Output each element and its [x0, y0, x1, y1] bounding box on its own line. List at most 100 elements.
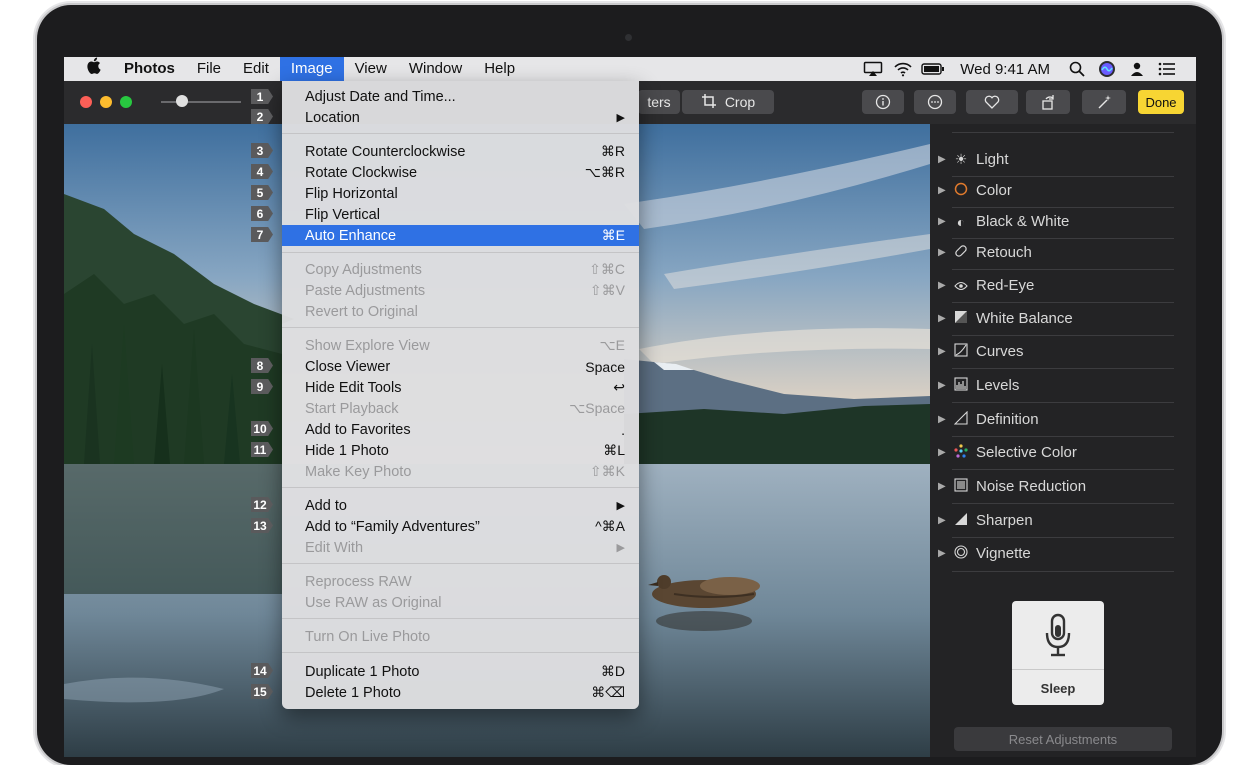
divider [952, 436, 1174, 437]
menu-item-hide-photo[interactable]: Hide 1 Photo ⌘L [282, 440, 639, 461]
menu-item-paste-adjustments: Paste Adjustments ⇧⌘V [305, 282, 625, 299]
adjustment-red-eye[interactable]: ▶ Red-Eye [938, 277, 1174, 294]
eye-icon [952, 278, 970, 294]
menu-app-name[interactable]: Photos [113, 57, 186, 81]
disclosure-triangle-icon: ▶ [938, 515, 946, 526]
submenu-arrow-icon: ▶ [616, 112, 625, 124]
adjustment-sharpen[interactable]: ▶ Sharpen [938, 512, 1174, 529]
menu-separator [282, 252, 639, 253]
menu-item-flip-vertical[interactable]: Flip Vertical [282, 204, 639, 225]
auto-enhance-button[interactable] [1082, 90, 1126, 114]
menu-separator [282, 327, 639, 328]
camera-dot [625, 34, 632, 41]
menu-item-hide-edit-tools[interactable]: Hide Edit Tools ↩ [282, 377, 639, 398]
filters-button[interactable]: ters [638, 90, 680, 114]
siri-icon[interactable] [1092, 57, 1122, 81]
crop-label: Crop [724, 94, 756, 110]
close-window-button[interactable] [80, 96, 92, 108]
crop-icon [701, 93, 717, 112]
disclosure-triangle-icon: ▶ [938, 185, 946, 196]
divider [952, 368, 1174, 369]
done-button[interactable]: Done [1138, 90, 1184, 114]
adjustment-white-balance[interactable]: ▶ White Balance [938, 310, 1174, 327]
adjustments-sidebar: ▶ ☀ Light ▶ Color ▶ ◐ Black & White ▶ Re… [930, 124, 1196, 757]
square-icon [952, 478, 970, 495]
zoom-slider-track[interactable] [161, 101, 241, 103]
zoom-slider-knob[interactable] [176, 95, 188, 107]
menu-item-adjust-date-time[interactable]: Adjust Date and Time... [282, 86, 639, 107]
status-area: Wed 9:41 AM [858, 57, 1196, 81]
disclosure-triangle-icon: ▶ [938, 280, 946, 291]
menu-item-flip-horizontal[interactable]: Flip Horizontal [282, 183, 639, 204]
menu-edit[interactable]: Edit [232, 57, 280, 81]
info-button[interactable] [862, 90, 904, 114]
notification-center-icon[interactable] [1152, 57, 1182, 81]
adjustment-curves[interactable]: ▶ Curves [938, 343, 1174, 360]
more-button[interactable] [914, 90, 956, 114]
menu-item-auto-enhance[interactable]: Auto Enhance ⌘E [282, 225, 639, 246]
menu-item-revert-original: Revert to Original [305, 303, 418, 320]
menu-item-duplicate-photo[interactable]: Duplicate 1 Photo ⌘D [282, 661, 639, 682]
dots-icon [952, 444, 970, 461]
menu-item-start-playback: Start Playback ⌥Space [305, 400, 625, 417]
adjustment-color[interactable]: ▶ Color [938, 182, 1174, 199]
wifi-icon[interactable] [888, 57, 918, 81]
menu-item-location[interactable]: Location ▶ [282, 107, 639, 128]
image-menu-dropdown: Adjust Date and Time... Location ▶ Rotate… [282, 81, 639, 709]
adjustment-definition[interactable]: ▶ Definition [938, 410, 1174, 428]
half-circle-icon: ◐ [956, 213, 966, 230]
divider [952, 335, 1174, 336]
adjustment-black-white[interactable]: ▶ ◐ Black & White [938, 213, 1174, 230]
adjustment-noise-reduction[interactable]: ▶ Noise Reduction [938, 478, 1174, 495]
disclosure-triangle-icon: ▶ [938, 548, 946, 559]
menu-item-add-to[interactable]: Add to ▶ [282, 495, 639, 516]
menu-item-edit-with: Edit With ▶ [305, 539, 625, 556]
menu-item-rotate-cw[interactable]: Rotate Clockwise ⌥⌘R [282, 162, 639, 183]
divider [952, 402, 1174, 403]
user-icon[interactable] [1122, 57, 1152, 81]
adjustment-levels[interactable]: ▶ Levels [938, 377, 1174, 394]
adjustment-light[interactable]: ▶ ☀ Light [938, 151, 1174, 168]
menu-file[interactable]: File [186, 57, 232, 81]
apple-menu-icon[interactable] [64, 57, 113, 81]
menu-window[interactable]: Window [398, 57, 473, 81]
minimize-window-button[interactable] [100, 96, 112, 108]
reset-adjustments-button[interactable]: Reset Adjustments [954, 727, 1172, 751]
menu-item-rotate-ccw[interactable]: Rotate Counterclockwise ⌘R [282, 141, 639, 162]
favorite-button[interactable] [966, 90, 1018, 114]
adjustment-selective-color[interactable]: ▶ Selective Color [938, 444, 1174, 461]
heart-icon [984, 95, 1000, 109]
clock[interactable]: Wed 9:41 AM [948, 61, 1062, 78]
menu-item-add-to-album[interactable]: Add to “Family Adventures” ^⌘A [282, 516, 639, 537]
color-circle-icon [952, 182, 970, 199]
triangle-icon [952, 410, 970, 428]
sleep-label[interactable]: Sleep [1012, 681, 1104, 696]
divider [952, 238, 1174, 239]
rotate-button[interactable] [1026, 90, 1070, 114]
divider [952, 469, 1174, 470]
menu-item-delete-photo[interactable]: Delete 1 Photo ⌘⌫ [282, 682, 639, 703]
menu-item-add-to-favorites[interactable]: Add to Favorites. [282, 419, 639, 440]
menu-help[interactable]: Help [473, 57, 526, 81]
menu-view[interactable]: View [344, 57, 398, 81]
menu-item-close-viewer[interactable]: Close Viewer Space [282, 356, 639, 377]
disclosure-triangle-icon: ▶ [938, 414, 946, 425]
menu-image[interactable]: Image [279, 57, 344, 81]
menu-item-copy-adjustments: Copy Adjustments ⇧⌘C [305, 261, 625, 278]
crop-button[interactable]: Crop [682, 90, 774, 114]
battery-icon[interactable] [918, 57, 948, 81]
spotlight-search-icon[interactable] [1062, 57, 1092, 81]
adjustment-vignette[interactable]: ▶ Vignette [938, 545, 1174, 562]
adjustment-retouch[interactable]: ▶ Retouch [938, 244, 1174, 261]
divider [952, 132, 1174, 133]
dictation-panel[interactable]: Sleep [1012, 601, 1104, 705]
ring-icon [952, 545, 970, 562]
zoom-window-button[interactable] [120, 96, 132, 108]
submenu-arrow-icon: ▶ [616, 500, 625, 512]
menu-separator [282, 618, 639, 619]
ellipsis-icon [927, 94, 943, 110]
menu-bar: Photos File Edit Image View Window Help … [64, 57, 1196, 81]
divider [952, 571, 1174, 572]
airplay-icon[interactable] [858, 57, 888, 81]
magic-wand-icon [1098, 95, 1111, 109]
